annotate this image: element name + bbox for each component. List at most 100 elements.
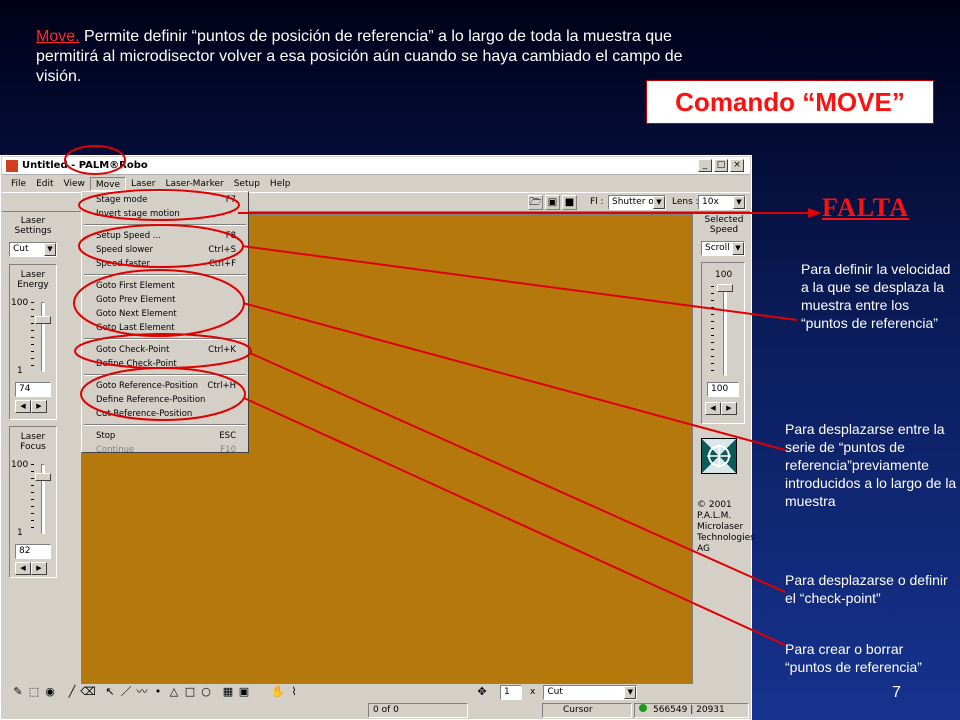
menu-setup[interactable]: Setup xyxy=(229,177,265,191)
move-menu-item[interactable]: Goto First Element xyxy=(82,279,248,293)
focus-value-input[interactable]: 82 xyxy=(15,544,51,559)
menu-view[interactable]: View xyxy=(59,177,90,191)
laser-mode-select[interactable]: Cut ▼ xyxy=(9,242,57,257)
move-menu-item: Continue F10 xyxy=(82,443,248,457)
energy-decrease-button[interactable]: ◀ xyxy=(15,400,31,413)
energy-increase-button[interactable]: ▶ xyxy=(31,400,47,413)
laser-mode-value: Cut xyxy=(13,244,29,254)
focus-slider-thumb[interactable] xyxy=(35,472,51,481)
focus-max-label: 100 xyxy=(11,460,29,470)
triangle-icon[interactable]: △ xyxy=(166,684,182,700)
arrow-cursor-icon[interactable]: ↖ xyxy=(102,684,118,700)
brush-icon[interactable]: ⌇ xyxy=(286,684,302,700)
chevron-down-icon: ▼ xyxy=(624,685,637,699)
move-menu-item[interactable]: Goto Reference-Position Ctrl+H xyxy=(82,379,248,393)
filter-select[interactable]: Shutter off ▼ xyxy=(608,195,666,210)
move-menu-item[interactable]: Cut Reference-Position xyxy=(82,407,248,421)
speed-increase-button[interactable]: ▶ xyxy=(721,402,737,415)
energy-slider-track[interactable] xyxy=(41,302,45,372)
eraser-icon[interactable]: ⌫ xyxy=(80,684,96,700)
speed-ticks xyxy=(711,286,715,377)
speed-slider-thumb[interactable] xyxy=(717,284,733,292)
laser-settings-label: Laser Settings xyxy=(14,216,52,236)
count-input[interactable]: 1 xyxy=(500,684,522,700)
bottom-mode-select[interactable]: Cut ▼ xyxy=(543,684,638,700)
menu-file[interactable]: File xyxy=(6,177,31,191)
move-menu-item[interactable]: Invert stage motion xyxy=(82,207,248,221)
bottom-mode-value: Cut xyxy=(547,686,563,697)
move-menu-item[interactable]: Goto Next Element xyxy=(82,307,248,321)
move-menu-item-label: Invert stage motion xyxy=(96,209,180,219)
speed-value-input[interactable]: 100 xyxy=(707,382,739,397)
energy-value-input[interactable]: 74 xyxy=(15,382,51,397)
note-navigate: Para desplazarse entre la serie de “punt… xyxy=(785,421,957,509)
minimize-button[interactable]: _ xyxy=(698,159,712,172)
move-menu-item[interactable]: Goto Last Element xyxy=(82,321,248,335)
select-tool-icon[interactable]: ⬚ xyxy=(26,684,42,700)
move-menu-item[interactable]: Setup Speed ... F8 xyxy=(82,229,248,243)
image-icon[interactable]: ▣ xyxy=(236,684,252,700)
app-icon xyxy=(6,159,18,172)
folder-icon[interactable]: 🗁 xyxy=(528,195,543,210)
energy-min-label: 1 xyxy=(17,366,23,376)
window-titlebar[interactable]: Untitled - PALM®Robo _ □ × xyxy=(2,157,750,175)
move-menu-item-label: Goto Reference-Position xyxy=(96,381,198,391)
speed-mode-select[interactable]: Scroll ▼ xyxy=(701,241,745,256)
focus-increase-button[interactable]: ▶ xyxy=(31,562,47,575)
command-title: Comando “MOVE” xyxy=(646,80,934,124)
move-menu-item-label: Goto First Element xyxy=(96,281,175,291)
camera-icon[interactable]: ▣ xyxy=(545,195,560,210)
window-title: Untitled - PALM®Robo xyxy=(22,160,148,171)
menu-laser-marker[interactable]: Laser-Marker xyxy=(160,177,228,191)
energy-max-label: 100 xyxy=(11,298,29,308)
move-menu-item-shortcut: ESC xyxy=(219,431,236,441)
close-button[interactable]: × xyxy=(730,159,744,172)
move-menu-item-label: Continue xyxy=(96,445,135,455)
move-menu-item[interactable]: Define Reference-Position xyxy=(82,393,248,407)
freehand-icon[interactable]: 〰 xyxy=(134,684,150,700)
selected-speed-label: Selected Speed xyxy=(704,215,744,235)
hand-icon[interactable]: ✋ xyxy=(270,684,286,700)
speed-max-label: 100 xyxy=(715,270,733,280)
move-menu-item-shortcut: Ctrl+F xyxy=(208,259,236,269)
line-icon[interactable]: ／ xyxy=(118,684,134,700)
menu-laser[interactable]: Laser xyxy=(126,177,160,191)
move-menu-item[interactable]: Speed slower Ctrl+S xyxy=(82,243,248,257)
chevron-down-icon: ▼ xyxy=(653,196,665,209)
pencil-icon[interactable]: ╱ xyxy=(64,684,80,700)
dot-icon[interactable]: • xyxy=(150,684,166,700)
move-dropdown-menu: Stage mode F7 Invert stage motion Setup Spe… xyxy=(81,191,249,455)
target-icon[interactable]: ◉ xyxy=(42,684,58,700)
monitor-icon[interactable]: ■ xyxy=(562,195,577,210)
chevron-down-icon: ▼ xyxy=(733,196,745,209)
status-items: 0 of 0 xyxy=(368,703,468,718)
ellipse-icon[interactable]: ○ xyxy=(198,684,214,700)
move-menu-item[interactable]: Stage mode F7 xyxy=(82,193,248,207)
move-menu-item[interactable]: Stop ESC xyxy=(82,429,248,443)
speed-decrease-button[interactable]: ◀ xyxy=(705,402,721,415)
move-menu-item-shortcut: F8 xyxy=(225,231,236,241)
pen-icon[interactable]: ✎ xyxy=(10,684,26,700)
rectangle-icon[interactable]: □ xyxy=(182,684,198,700)
energy-slider-thumb[interactable] xyxy=(35,316,51,325)
move-menu-item[interactable]: Goto Check-Point Ctrl+K xyxy=(82,343,248,357)
speed-slider-track[interactable] xyxy=(723,284,727,376)
status-led-icon xyxy=(639,704,647,712)
move-menu-item[interactable]: Goto Prev Element xyxy=(82,293,248,307)
move-menu-item[interactable]: Define Check-Point xyxy=(82,357,248,371)
move-cross-icon[interactable]: ✥ xyxy=(474,684,490,700)
grid-icon[interactable]: ▦ xyxy=(220,684,236,700)
move-menu-item-label: Goto Last Element xyxy=(96,323,175,333)
palm-logo xyxy=(701,438,737,474)
lens-select[interactable]: 10x ▼ xyxy=(698,195,746,210)
menu-move[interactable]: Move xyxy=(89,177,126,191)
move-menu-item[interactable]: Speed faster Ctrl+F xyxy=(82,257,248,271)
focus-decrease-button[interactable]: ◀ xyxy=(15,562,31,575)
move-menu-item-label: Goto Check-Point xyxy=(96,345,170,355)
speed-mode-value: Scroll xyxy=(705,243,730,253)
menu-separator xyxy=(84,338,246,340)
menu-edit[interactable]: Edit xyxy=(31,177,58,191)
menu-help[interactable]: Help xyxy=(265,177,296,191)
maximize-button[interactable]: □ xyxy=(714,159,728,172)
move-menu-item-label: Cut Reference-Position xyxy=(96,409,193,419)
